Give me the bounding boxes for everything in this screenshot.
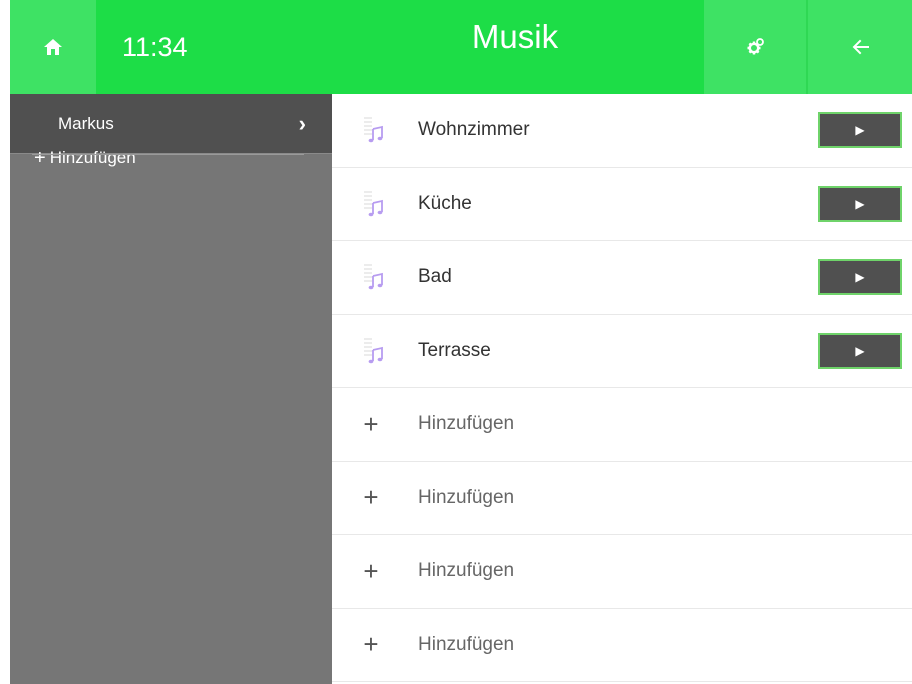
play-button[interactable]: ▶ <box>818 185 902 222</box>
play-button[interactable]: ▶ <box>818 332 902 369</box>
play-button[interactable]: ▶ <box>818 112 902 149</box>
divider <box>32 154 304 155</box>
plus-icon: + <box>363 408 379 439</box>
plus-icon: + <box>34 146 46 169</box>
music-note-icon <box>332 241 418 314</box>
sidebar: Markus › + Hinzufügen <box>10 94 332 684</box>
music-note-icon <box>332 168 418 241</box>
app: 11:34 Musik Markus › + Hinzufügen Wohnzi… <box>0 0 912 684</box>
room-list: Wohnzimmer ▶ Küche ▶ Bad ▶ Terrasse ▶ + … <box>332 94 912 684</box>
add-room-item[interactable]: + Hinzufügen <box>332 609 912 682</box>
add-room-label: Hinzufügen <box>418 486 515 508</box>
home-icon <box>44 39 62 55</box>
room-label: Küche <box>418 192 472 214</box>
room-label: Bad <box>418 266 452 288</box>
gear-icon <box>747 38 764 55</box>
list-item-room[interactable]: Bad ▶ <box>332 241 912 315</box>
sidebar-item-label: Markus <box>58 113 114 133</box>
chevron-right-icon: › <box>298 110 306 136</box>
list-item-room[interactable]: Küche ▶ <box>332 168 912 241</box>
sidebar-add-button[interactable]: + Hinzufügen <box>10 127 332 189</box>
plus-icon: + <box>363 555 379 586</box>
add-room-item[interactable]: + Hinzufügen <box>332 388 912 462</box>
clock: 11:34 <box>122 31 188 62</box>
room-label: Terrasse <box>418 339 491 361</box>
list-item-room[interactable]: Terrasse ▶ <box>332 315 912 388</box>
add-room-label: Hinzufügen <box>418 413 515 435</box>
music-note-icon <box>332 94 418 167</box>
page-title: Musik <box>471 18 559 55</box>
add-room-label: Hinzufügen <box>418 560 515 582</box>
play-icon: ▶ <box>855 123 865 138</box>
header-bar: 11:34 Musik <box>10 0 912 94</box>
settings-button[interactable] <box>704 0 808 94</box>
room-label: Wohnzimmer <box>418 119 530 141</box>
plus-icon: + <box>363 629 379 660</box>
add-room-item[interactable]: + Hinzufügen <box>332 535 912 609</box>
sidebar-add-label: Hinzufügen <box>49 148 136 167</box>
home-button[interactable] <box>10 0 96 94</box>
plus-icon: + <box>363 482 379 513</box>
play-icon: ▶ <box>855 196 865 211</box>
play-icon: ▶ <box>855 343 865 358</box>
arrow-left-icon <box>852 39 869 55</box>
list-item-room[interactable]: Wohnzimmer ▶ <box>332 94 912 168</box>
back-button[interactable] <box>808 0 912 94</box>
play-button[interactable]: ▶ <box>818 259 902 296</box>
add-room-item[interactable]: + Hinzufügen <box>332 462 912 535</box>
play-icon: ▶ <box>855 270 865 285</box>
music-note-icon <box>332 315 418 388</box>
add-room-label: Hinzufügen <box>418 633 515 655</box>
